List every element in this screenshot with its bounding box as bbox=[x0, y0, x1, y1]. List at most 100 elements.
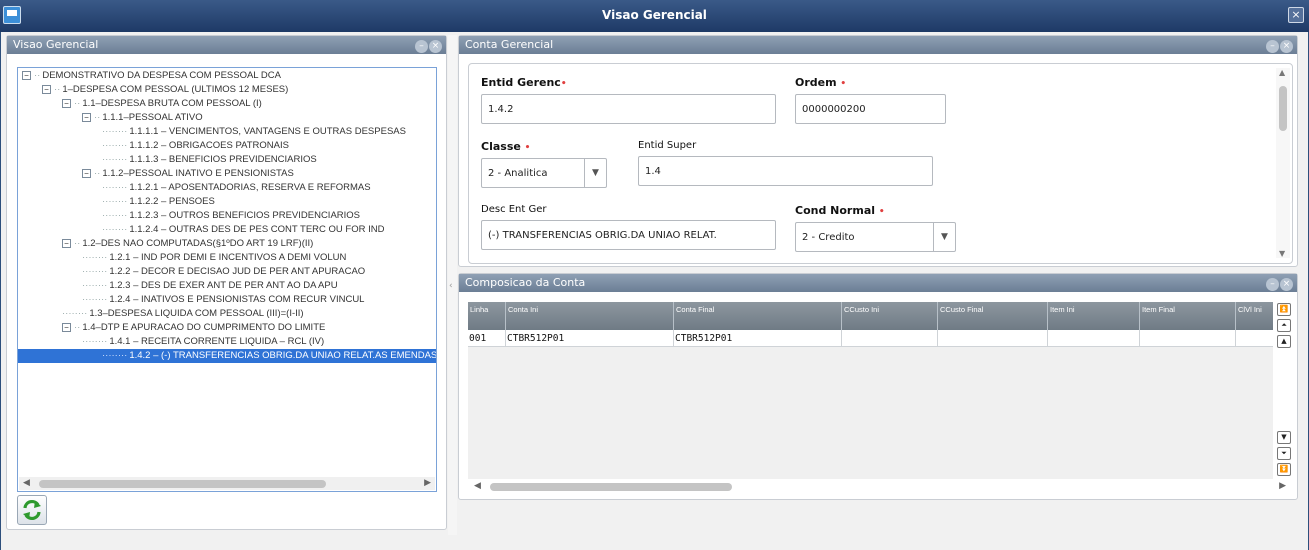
cell-conta-final[interactable]: CTBR512P01 bbox=[674, 330, 842, 347]
tree-item[interactable]: ········ 1.4.2 – (-) TRANSFERENCIAS OBRIG… bbox=[18, 349, 436, 363]
column-header[interactable]: Conta Ini bbox=[506, 302, 674, 330]
window-close-icon[interactable]: × bbox=[1288, 7, 1304, 23]
classe-value: 2 - Analitica bbox=[488, 168, 548, 179]
scroll-thumb[interactable] bbox=[490, 483, 732, 491]
move-page-up-icon[interactable]: ⏶ bbox=[1277, 319, 1291, 332]
collapse-icon[interactable]: − bbox=[62, 322, 71, 332]
close-icon[interactable]: × bbox=[1280, 40, 1293, 53]
tree-item[interactable]: ········ 1.1.2.3 – OUTROS BENEFICIOS PREV… bbox=[102, 209, 360, 223]
scroll-right-icon[interactable]: ▶ bbox=[1279, 481, 1286, 491]
collapse-arrow-icon[interactable]: ‹ bbox=[449, 281, 453, 291]
collapse-icon[interactable]: − bbox=[62, 238, 71, 248]
move-page-down-icon[interactable]: ⏷ bbox=[1277, 447, 1291, 460]
tree-item[interactable]: − ·· 1.2–DES NAO COMPUTADAS(§1ºDO ART 19 L… bbox=[62, 237, 313, 251]
grid-horizontal-scrollbar[interactable]: ◀ ▶ bbox=[468, 480, 1288, 493]
tree-horizontal-scrollbar[interactable]: ◀ ▶ bbox=[19, 477, 435, 490]
table-row[interactable]: 001 CTBR512P01 CTBR512P01 bbox=[468, 330, 1273, 347]
cond-normal-label: Cond Normal • bbox=[795, 204, 885, 217]
collapse-icon[interactable]: − bbox=[42, 84, 51, 94]
cell-linha[interactable]: 001 bbox=[468, 330, 506, 347]
form-vertical-scrollbar[interactable]: ▲ ▼ bbox=[1276, 68, 1290, 258]
tree-item[interactable]: ········ 1.3–DESPESA LIQUIDA COM PESSOAL … bbox=[62, 307, 304, 321]
tree-connector: ········ bbox=[102, 196, 128, 207]
minimize-icon[interactable]: – bbox=[415, 40, 428, 53]
tree-item-label: 1.1.1.1 – VENCIMENTOS, VANTAGENS E OUTRA… bbox=[129, 126, 406, 137]
close-icon[interactable]: × bbox=[1280, 278, 1293, 291]
tree-connector: ·· bbox=[34, 70, 41, 81]
cell-conta-ini[interactable]: CTBR512P01 bbox=[506, 330, 674, 347]
panel-splitter[interactable]: ‹ bbox=[448, 35, 457, 535]
tree-item[interactable]: ········ 1.2.2 – DECOR E DECISAO JUD DE P… bbox=[82, 265, 365, 279]
close-icon[interactable]: × bbox=[429, 40, 442, 53]
collapse-icon[interactable]: − bbox=[22, 70, 31, 80]
tree-item[interactable]: ········ 1.1.2.2 – PENSOES bbox=[102, 195, 215, 209]
tree-item-label: DEMONSTRATIVO DA DESPESA COM PESSOAL DCA bbox=[42, 70, 281, 81]
refresh-icon bbox=[23, 499, 41, 521]
move-up-icon[interactable]: ▲ bbox=[1277, 335, 1291, 348]
column-header[interactable]: Conta Final bbox=[674, 302, 842, 330]
tree-item-label: 1.1.1–PESSOAL ATIVO bbox=[102, 112, 203, 123]
cell-ccusto-final[interactable] bbox=[938, 330, 1048, 347]
cell-item-final[interactable] bbox=[1140, 330, 1236, 347]
tree-item-label: 1–DESPESA COM PESSOAL (ULTIMOS 12 MESES) bbox=[62, 84, 289, 95]
move-last-icon[interactable]: ⏬ bbox=[1277, 463, 1291, 476]
ordem-field[interactable]: 0000000200 bbox=[795, 94, 946, 124]
move-first-icon[interactable]: ⏫ bbox=[1277, 303, 1291, 316]
collapse-icon[interactable]: − bbox=[62, 98, 71, 108]
column-header[interactable]: CCusto Final bbox=[938, 302, 1048, 330]
tree-item[interactable]: ········ 1.1.1.2 – OBRIGACOES PATRONAIS bbox=[102, 139, 289, 153]
cell-ccusto-ini[interactable] bbox=[842, 330, 938, 347]
tree-item[interactable]: ········ 1.2.1 – IND POR DEMI E INCENTIVO… bbox=[82, 251, 346, 265]
entid-super-field[interactable]: 1.4 bbox=[638, 156, 933, 186]
minimize-icon[interactable]: – bbox=[1266, 278, 1279, 291]
tree-item[interactable]: − ·· 1.1.1–PESSOAL ATIVO bbox=[82, 111, 203, 125]
refresh-button[interactable] bbox=[17, 495, 47, 525]
tree-item[interactable]: − ·· 1.1.2–PESSOAL INATIVO E PENSIONISTAS bbox=[82, 167, 294, 181]
minimize-icon[interactable]: – bbox=[1266, 40, 1279, 53]
cell-clvl-ini[interactable] bbox=[1236, 330, 1273, 347]
scroll-thumb[interactable] bbox=[39, 480, 326, 488]
account-tree[interactable]: ········ 1.4.2 – (-) TRANSFERENCIAS OBRIG… bbox=[17, 67, 437, 492]
tree-item[interactable]: − ·· DEMONSTRATIVO DA DESPESA COM PESSOAL … bbox=[22, 69, 281, 83]
column-header[interactable]: Linha bbox=[468, 302, 506, 330]
scroll-left-icon[interactable]: ◀ bbox=[474, 481, 481, 491]
tree-item-label: 1.4–DTP E APURACAO DO CUMPRIMENTO DO LIM… bbox=[82, 322, 326, 333]
desc-ent-ger-field[interactable]: (-) TRANSFERENCIAS OBRIG.DA UNIAO RELAT. bbox=[481, 220, 776, 250]
scroll-right-icon[interactable]: ▶ bbox=[424, 478, 431, 488]
column-header[interactable]: Item Final bbox=[1140, 302, 1236, 330]
tree-item[interactable]: ········ 1.2.4 – INATIVOS E PENSIONISTAS … bbox=[82, 293, 364, 307]
tree-item[interactable]: − ·· 1.1–DESPESA BRUTA COM PESSOAL (I) bbox=[62, 97, 262, 111]
cond-normal-select[interactable]: 2 - Credito ▼ bbox=[795, 222, 956, 252]
tree-item[interactable]: ········ 1.1.1.3 – BENEFICIOS PREVIDENCIA… bbox=[102, 153, 317, 167]
entid-super-label: Entid Super bbox=[638, 140, 697, 151]
scroll-down-icon[interactable]: ▼ bbox=[1279, 249, 1285, 258]
chevron-down-icon[interactable]: ▼ bbox=[933, 223, 955, 251]
tree-item[interactable]: − ·· 1–DESPESA COM PESSOAL (ULTIMOS 12 MES… bbox=[42, 83, 288, 97]
tree-item[interactable]: ········ 1.1.2.1 – APOSENTADORIAS, RESERV… bbox=[102, 181, 371, 195]
tree-item[interactable]: ········ 1.1.2.4 – OUTRAS DES DE PES CONT… bbox=[102, 223, 384, 237]
tree-connector: ········ bbox=[102, 210, 128, 221]
collapse-icon[interactable]: − bbox=[82, 112, 91, 122]
column-header[interactable]: Item Ini bbox=[1048, 302, 1140, 330]
column-header[interactable]: CCusto Ini bbox=[842, 302, 938, 330]
account-form: Entid Gerenc• 1.4.2 Ordem • 0000000200 C… bbox=[468, 63, 1293, 264]
classe-select[interactable]: 2 - Analitica ▼ bbox=[481, 158, 607, 188]
scroll-thumb[interactable] bbox=[1279, 86, 1287, 131]
tree-connector: ········ bbox=[102, 224, 128, 235]
tree-item[interactable]: ········ 1.4.1 – RECEITA CORRENTE LIQUIDA… bbox=[82, 335, 324, 349]
tree-item[interactable]: ········ 1.2.3 – DES DE EXER ANT DE PER A… bbox=[82, 279, 338, 293]
column-header[interactable]: ClVl Ini bbox=[1236, 302, 1273, 330]
conta-gerencial-panel: Conta Gerencial – × Entid Gerenc• 1.4.2 O… bbox=[458, 35, 1298, 267]
entid-gerenc-field[interactable]: 1.4.2 bbox=[481, 94, 776, 124]
tree-item-label: 1.1.1.3 – BENEFICIOS PREVIDENCIARIOS bbox=[129, 154, 317, 165]
move-down-icon[interactable]: ▼ bbox=[1277, 431, 1291, 444]
tree-item[interactable]: ········ 1.1.1.1 – VENCIMENTOS, VANTAGENS… bbox=[102, 125, 406, 139]
chevron-down-icon[interactable]: ▼ bbox=[584, 159, 606, 187]
tree-item-label: 1.2.3 – DES DE EXER ANT DE PER ANT AO DA… bbox=[109, 280, 338, 291]
collapse-icon[interactable]: − bbox=[82, 168, 91, 178]
scroll-up-icon[interactable]: ▲ bbox=[1279, 68, 1285, 77]
tree-item[interactable]: − ·· 1.4–DTP E APURACAO DO CUMPRIMENTO DO … bbox=[62, 321, 325, 335]
cell-item-ini[interactable] bbox=[1048, 330, 1140, 347]
entid-gerenc-label: Entid Gerenc• bbox=[481, 76, 567, 89]
scroll-left-icon[interactable]: ◀ bbox=[23, 478, 30, 488]
